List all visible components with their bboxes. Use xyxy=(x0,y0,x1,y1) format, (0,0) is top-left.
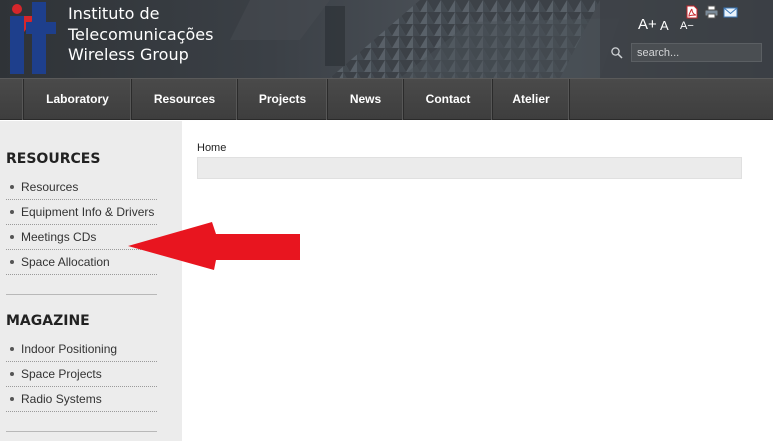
it-logo[interactable] xyxy=(8,2,64,76)
sidebar: RESOURCES Resources Equipment Info & Dri… xyxy=(0,121,182,441)
bullet-icon xyxy=(10,209,14,214)
bullet-icon xyxy=(10,371,14,376)
nav-item-laboratory[interactable]: Laboratory xyxy=(24,79,132,120)
magazine-menu: Indoor Positioning Space Projects Radio … xyxy=(6,337,157,412)
decrease-font-button[interactable]: A− xyxy=(680,20,694,32)
sidebar-item-label: Indoor Positioning xyxy=(21,342,118,356)
search-icon xyxy=(611,47,623,59)
bullet-icon xyxy=(10,184,14,189)
sidebar-item-label: Meetings CDs xyxy=(21,230,97,244)
sidebar-divider xyxy=(6,431,157,432)
sidebar-item-indoor-positioning[interactable]: Indoor Positioning xyxy=(6,337,157,362)
nav-item-contact[interactable]: Contact xyxy=(404,79,493,120)
search-input[interactable] xyxy=(631,43,762,62)
bullet-icon xyxy=(10,234,14,239)
breadcrumb-home[interactable]: Home xyxy=(197,142,226,154)
sidebar-item-label: Space Allocation xyxy=(21,255,110,269)
site-title: Instituto de Telecomunicações Wireless G… xyxy=(68,4,213,66)
sidebar-item-label: Equipment Info & Drivers xyxy=(21,205,155,219)
sidebar-item-resources[interactable]: Resources xyxy=(6,175,157,200)
bullet-icon xyxy=(10,259,14,264)
print-icon[interactable] xyxy=(704,5,719,19)
site-header: Instituto de Telecomunicações Wireless G… xyxy=(0,0,773,78)
site-title-line: Wireless Group xyxy=(68,45,189,64)
main-nav: Laboratory Resources Projects News Conta… xyxy=(0,78,773,120)
sidebar-item-label: Radio Systems xyxy=(21,392,102,406)
bullet-icon xyxy=(10,396,14,401)
nav-item-projects[interactable]: Projects xyxy=(238,79,328,120)
red-arrow-annotation xyxy=(128,222,300,270)
email-icon[interactable] xyxy=(723,5,738,19)
sidebar-heading-magazine: MAGAZINE xyxy=(6,313,90,329)
sidebar-item-radio-systems[interactable]: Radio Systems xyxy=(6,387,157,412)
reset-font-button[interactable]: A xyxy=(660,18,669,33)
nav-separator xyxy=(0,79,24,120)
bullet-icon xyxy=(10,346,14,351)
sidebar-divider xyxy=(6,294,157,295)
nav-item-news[interactable]: News xyxy=(328,79,404,120)
site-title-line: Telecomunicações xyxy=(68,24,214,44)
sidebar-item-label: Space Projects xyxy=(21,367,102,381)
nav-item-resources[interactable]: Resources xyxy=(132,79,238,120)
article-toolbar xyxy=(197,157,742,179)
sidebar-heading-resources: RESOURCES xyxy=(6,151,101,167)
site-title-line: Instituto de xyxy=(68,4,160,23)
increase-font-button[interactable]: A+ xyxy=(638,16,657,33)
sidebar-item-label: Resources xyxy=(21,180,79,194)
sidebar-item-space-projects[interactable]: Space Projects xyxy=(6,362,157,387)
nav-item-atelier[interactable]: Atelier xyxy=(493,79,570,120)
pdf-icon[interactable] xyxy=(685,5,700,19)
